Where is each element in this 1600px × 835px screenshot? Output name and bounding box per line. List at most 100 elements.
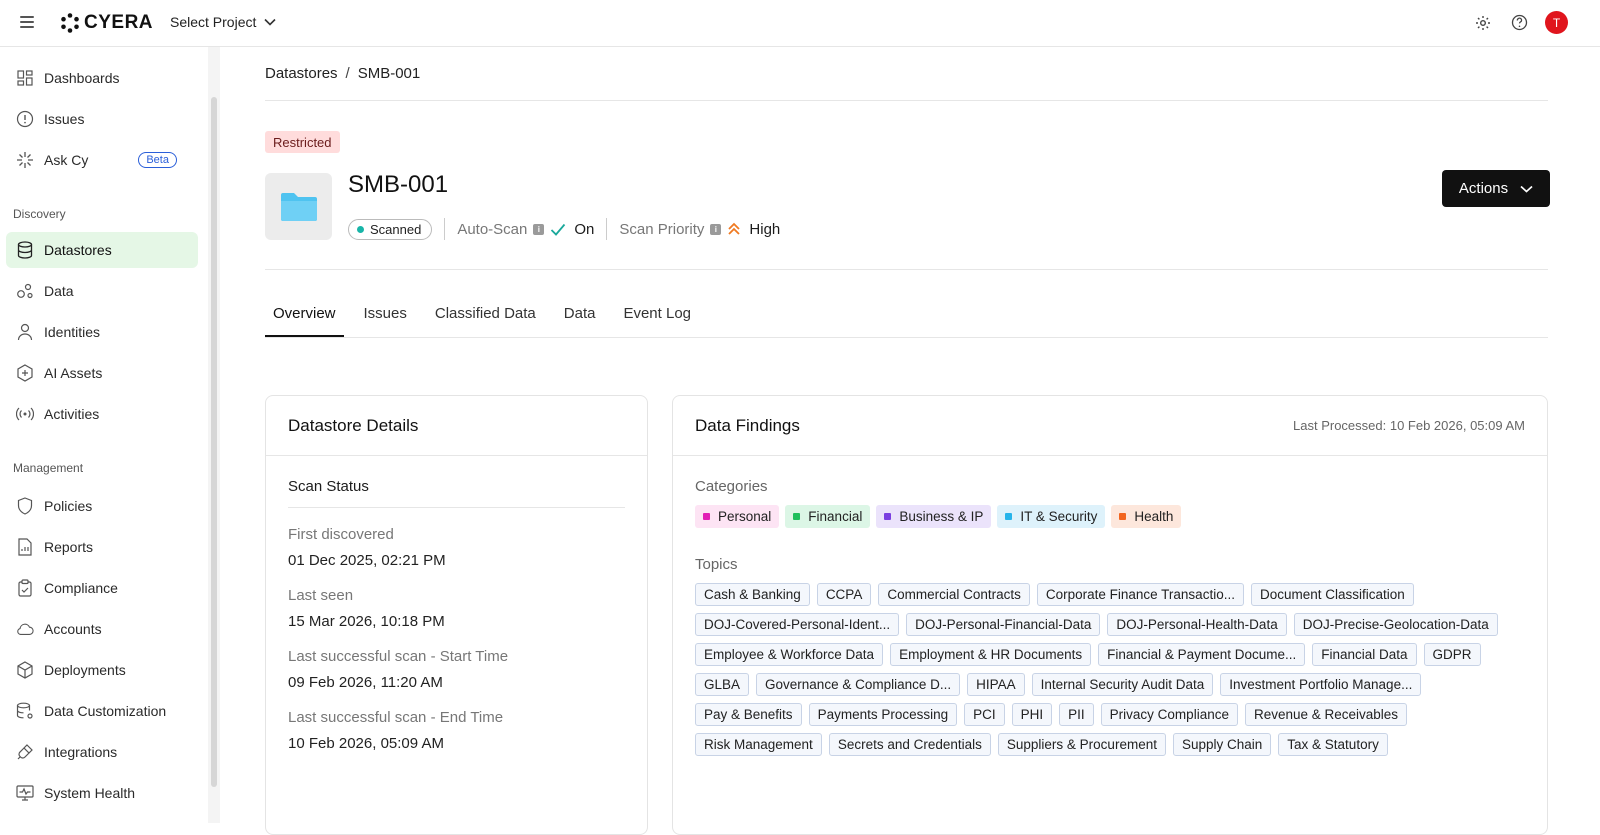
sidebar-item-identities[interactable]: Identities bbox=[6, 314, 198, 350]
topic-chip[interactable]: Cash & Banking bbox=[695, 583, 810, 606]
category-label: Business & IP bbox=[899, 509, 984, 524]
topic-chip[interactable]: Financial & Payment Docume... bbox=[1098, 643, 1306, 666]
detail-label: Last seen bbox=[288, 587, 354, 604]
data-findings-header: Data Findings Last Processed: 10 Feb 202… bbox=[673, 396, 1547, 456]
topic-chip[interactable]: Internal Security Audit Data bbox=[1031, 673, 1214, 696]
topic-chip[interactable]: GDPR bbox=[1423, 643, 1481, 666]
topic-chip[interactable]: Revenue & Receivables bbox=[1244, 703, 1408, 726]
settings-button[interactable] bbox=[1473, 13, 1493, 33]
datastore-details-header: Datastore Details bbox=[266, 396, 647, 456]
topics-label: Topics bbox=[695, 556, 738, 573]
sidebar-item-accounts[interactable]: Accounts bbox=[6, 611, 198, 647]
shield-icon bbox=[16, 497, 34, 515]
sidebar-item-ai-assets[interactable]: AI Assets bbox=[6, 355, 198, 391]
topic-chip[interactable]: Corporate Finance Transactio... bbox=[1036, 583, 1244, 606]
select-project-dropdown[interactable]: Select Project bbox=[170, 14, 276, 30]
data-findings-title: Data Findings bbox=[695, 415, 800, 435]
topic-chip[interactable]: Investment Portfolio Manage... bbox=[1220, 673, 1422, 696]
last-processed: Last Processed: 10 Feb 2026, 05:09 AM bbox=[1293, 418, 1525, 433]
topic-chip[interactable]: Financial Data bbox=[1312, 643, 1417, 666]
category-label: IT & Security bbox=[1020, 509, 1098, 524]
sidebar-item-label: Issues bbox=[44, 111, 85, 127]
breadcrumb-separator: / bbox=[345, 65, 350, 82]
sidebar-item-label: Deployments bbox=[44, 662, 126, 678]
menu-icon[interactable] bbox=[20, 16, 34, 28]
topic-chip[interactable]: PCI bbox=[964, 703, 1005, 726]
detail-label: Last successful scan - Start Time bbox=[288, 648, 509, 665]
sidebar-item-ask-cy[interactable]: Ask Cy Beta bbox=[6, 142, 198, 178]
activity-icon bbox=[16, 405, 34, 423]
sidebar-scrollbar[interactable] bbox=[211, 97, 217, 787]
tab-overview[interactable]: Overview bbox=[265, 297, 344, 337]
select-project-label: Select Project bbox=[170, 14, 257, 30]
sidebar-item-system-health[interactable]: System Health bbox=[6, 775, 198, 811]
topic-chip[interactable]: Governance & Compliance D... bbox=[756, 673, 961, 696]
cloud-icon bbox=[16, 620, 34, 638]
help-button[interactable] bbox=[1509, 13, 1529, 33]
sidebar-item-label: Datastores bbox=[44, 242, 112, 258]
category-chip[interactable]: Personal bbox=[695, 505, 780, 528]
topic-chip[interactable]: PII bbox=[1059, 703, 1094, 726]
user-avatar[interactable]: T bbox=[1545, 11, 1568, 34]
sidebar-item-label: Data Customization bbox=[44, 703, 167, 719]
topic-chip[interactable]: Privacy Compliance bbox=[1100, 703, 1238, 726]
category-color-icon bbox=[703, 513, 710, 520]
datastore-status-row: Scanned Auto-Scan i On Scan Priority i H… bbox=[348, 218, 780, 240]
topic-chip[interactable]: Employee & Workforce Data bbox=[695, 643, 884, 666]
priority-high-icon bbox=[728, 222, 741, 235]
scan-status-heading: Scan Status bbox=[288, 478, 625, 508]
topic-chip[interactable]: GLBA bbox=[695, 673, 750, 696]
topic-chip[interactable]: Employment & HR Documents bbox=[890, 643, 1092, 666]
sidebar-item-datastores[interactable]: Datastores bbox=[6, 232, 198, 268]
check-icon bbox=[551, 223, 566, 236]
detail-label: First discovered bbox=[288, 526, 394, 543]
sidebar-item-integrations[interactable]: Integrations bbox=[6, 734, 198, 770]
tab-data[interactable]: Data bbox=[556, 297, 604, 337]
category-chip[interactable]: IT & Security bbox=[997, 505, 1106, 528]
info-icon[interactable]: i bbox=[533, 223, 545, 235]
header-divider bbox=[265, 269, 1548, 270]
sidebar-item-data[interactable]: Data bbox=[6, 273, 198, 309]
topic-chip[interactable]: Commercial Contracts bbox=[878, 583, 1030, 606]
category-chip[interactable]: Financial bbox=[785, 505, 871, 528]
logo[interactable]: CYERA bbox=[60, 12, 153, 34]
sidebar-item-issues[interactable]: Issues bbox=[6, 101, 198, 137]
plug-icon bbox=[16, 743, 34, 761]
topic-chip[interactable]: Tax & Statutory bbox=[1278, 733, 1388, 756]
topic-chip[interactable]: Document Classification bbox=[1250, 583, 1414, 606]
category-chip[interactable]: Business & IP bbox=[876, 505, 992, 528]
sidebar-item-label: Activities bbox=[44, 406, 100, 422]
sidebar-item-reports[interactable]: Reports bbox=[6, 529, 198, 565]
actions-button[interactable]: Actions bbox=[1442, 170, 1550, 207]
sidebar-item-policies[interactable]: Policies bbox=[6, 488, 198, 524]
topic-chip[interactable]: Risk Management bbox=[695, 733, 822, 756]
chevron-down-icon bbox=[1520, 185, 1533, 193]
sidebar-item-deployments[interactable]: Deployments bbox=[6, 652, 198, 688]
tab-event-log[interactable]: Event Log bbox=[615, 297, 699, 337]
topic-chip[interactable]: Supply Chain bbox=[1172, 733, 1272, 756]
sidebar-item-data-customization[interactable]: Data Customization bbox=[6, 693, 198, 729]
topic-chip[interactable]: DOJ-Personal-Health-Data bbox=[1107, 613, 1287, 636]
category-chip[interactable]: Health bbox=[1111, 505, 1182, 528]
breadcrumb-datastores[interactable]: Datastores bbox=[265, 65, 338, 82]
info-icon[interactable]: i bbox=[710, 223, 722, 235]
topic-chip[interactable]: CCPA bbox=[816, 583, 872, 606]
topic-chip[interactable]: Suppliers & Procurement bbox=[997, 733, 1166, 756]
topic-chip[interactable]: HIPAA bbox=[967, 673, 1025, 696]
sidebar-item-activities[interactable]: Activities bbox=[6, 396, 198, 432]
tab-bar: Overview Issues Classified Data Data Eve… bbox=[265, 297, 711, 337]
topic-chip[interactable]: DOJ-Covered-Personal-Ident... bbox=[695, 613, 900, 636]
help-icon bbox=[1511, 14, 1527, 31]
topic-chip[interactable]: Secrets and Credentials bbox=[828, 733, 991, 756]
sidebar-item-label: System Health bbox=[44, 785, 136, 801]
topic-chip[interactable]: DOJ-Precise-Geolocation-Data bbox=[1293, 613, 1498, 636]
tab-issues[interactable]: Issues bbox=[356, 297, 415, 337]
topic-chip[interactable]: Payments Processing bbox=[808, 703, 958, 726]
tab-classified-data[interactable]: Classified Data bbox=[427, 297, 544, 337]
sidebar-item-compliance[interactable]: Compliance bbox=[6, 570, 198, 606]
topic-chip[interactable]: Pay & Benefits bbox=[695, 703, 802, 726]
detail-row: Last seen 15 Mar 2026, 10:18 PM bbox=[288, 587, 625, 630]
topic-chip[interactable]: DOJ-Personal-Financial-Data bbox=[906, 613, 1101, 636]
sidebar-item-dashboards[interactable]: Dashboards bbox=[6, 60, 198, 96]
topic-chip[interactable]: PHI bbox=[1011, 703, 1053, 726]
